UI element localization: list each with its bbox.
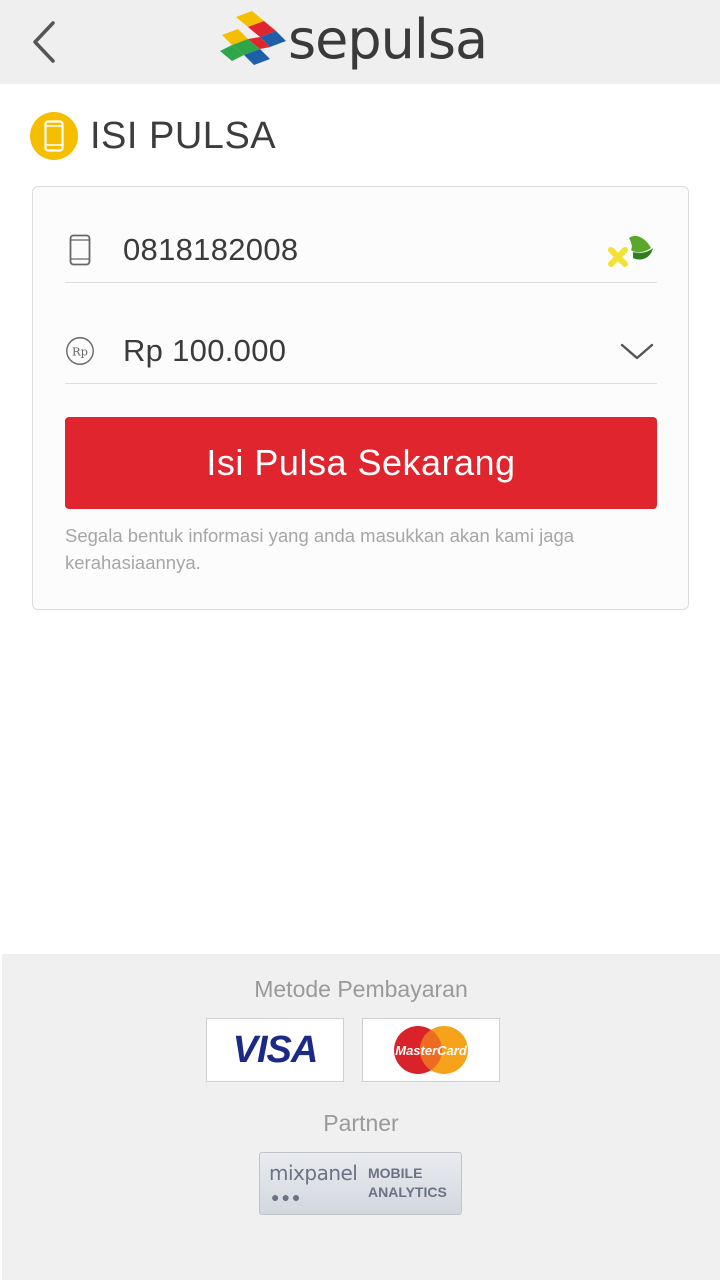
chevron-down-icon[interactable]: [619, 339, 655, 363]
page-title: ISI PULSA: [90, 114, 277, 157]
mastercard-logo: MasterCard: [362, 1018, 500, 1082]
mastercard-logo-text: MasterCard: [395, 1043, 468, 1058]
phone-icon: [30, 112, 78, 160]
phone-number-field[interactable]: 0818182008: [65, 217, 657, 283]
brand-name: sepulsa: [288, 8, 488, 71]
visa-logo: VISA: [206, 1018, 344, 1082]
amount-select[interactable]: Rp Rp 100.000: [65, 318, 657, 384]
mixpanel-line2: ANALYTICS: [368, 1184, 447, 1200]
mixpanel-badge: mixpanel ●●● MOBILE ANALYTICS: [259, 1152, 462, 1215]
section-title: ISI PULSA: [30, 110, 276, 162]
topup-form-card: 0818182008 Rp Rp 100.000 Isi Pulsa Sekar…: [32, 186, 689, 610]
submit-topup-button[interactable]: Isi Pulsa Sekarang: [65, 417, 657, 509]
rupiah-icon-text: Rp: [72, 344, 88, 358]
privacy-note: Segala bentuk informasi yang anda masukk…: [65, 525, 575, 573]
visa-logo-text: VISA: [232, 1028, 319, 1071]
phone-number-value[interactable]: 0818182008: [123, 232, 607, 268]
sepulsa-logo-mark: [220, 11, 286, 65]
mixpanel-name: mixpanel: [269, 1161, 358, 1185]
top-bar: sepulsa: [0, 0, 720, 84]
back-button[interactable]: [22, 14, 66, 70]
sepulsa-logo: sepulsa: [218, 8, 508, 78]
payment-methods-label: Metode Pembayaran: [254, 976, 468, 1002]
mixpanel-dots: ●●●: [271, 1189, 303, 1205]
xl-operator-logo: [608, 235, 653, 267]
mixpanel-line1: MOBILE: [368, 1165, 423, 1181]
amount-value[interactable]: Rp 100.000: [123, 333, 619, 369]
footer: Metode Pembayaran VISA MasterCard Partne…: [2, 954, 720, 1280]
chevron-left-icon: [33, 21, 55, 63]
rupiah-icon: Rp: [65, 334, 95, 368]
mobile-phone-icon: [65, 234, 95, 266]
partner-label: Partner: [323, 1110, 399, 1136]
